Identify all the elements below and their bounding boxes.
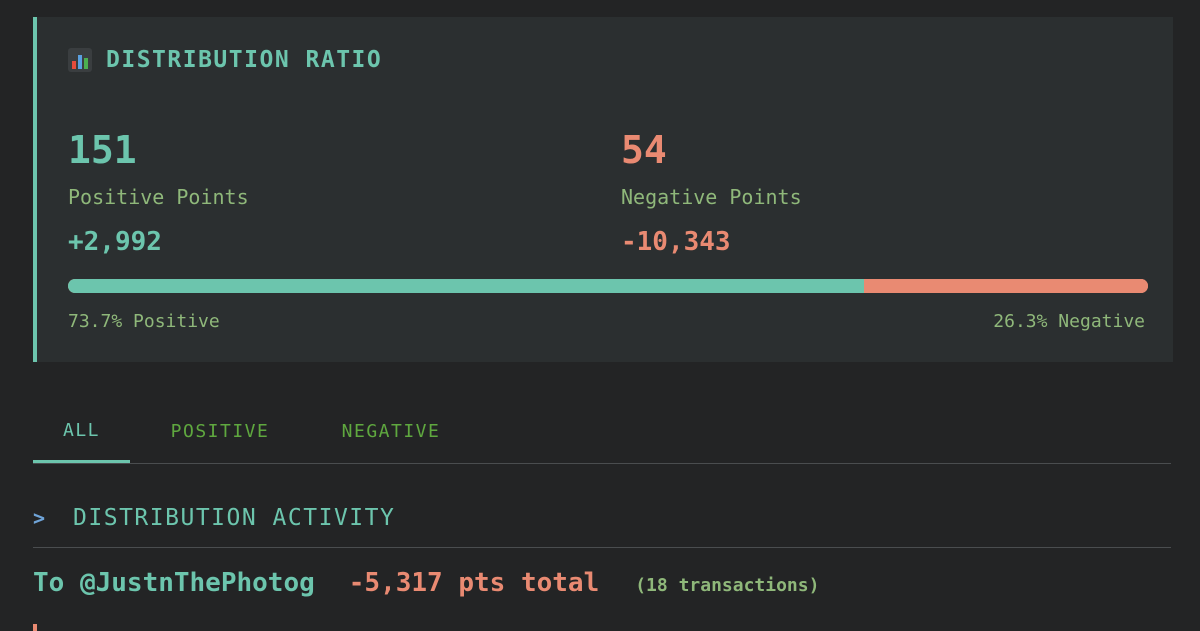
distribution-activity-header: > DISTRIBUTION ACTIVITY [33, 496, 1171, 548]
ratio-bar-positive [68, 279, 864, 293]
prompt-chevron-icon: > [33, 506, 46, 530]
section-title: DISTRIBUTION ACTIVITY [73, 505, 396, 531]
negative-percent-label: 26.3% Negative [993, 311, 1145, 332]
tab-positive[interactable]: POSITIVE [153, 400, 287, 463]
card-title: DISTRIBUTION RATIO [106, 47, 383, 73]
distribution-ratio-card: DISTRIBUTION RATIO 151 Positive Points +… [33, 17, 1173, 362]
ratio-bar-negative [863, 279, 1148, 293]
page: DISTRIBUTION RATIO 151 Positive Points +… [0, 0, 1200, 631]
filter-tabs: ALL POSITIVE NEGATIVE [33, 400, 1171, 464]
negative-sum: -10,343 [621, 227, 731, 257]
tab-negative[interactable]: NEGATIVE [321, 400, 461, 463]
positive-percent-label: 73.7% Positive [68, 311, 220, 332]
negative-stat: 54 Negative Points -10,343 [621, 127, 802, 257]
recipient-name: To @JustnThePhotog [33, 568, 315, 598]
row-marker [33, 624, 37, 631]
recipient-total: -5,317 pts total [348, 568, 600, 598]
transaction-count: (18 transactions) [635, 575, 820, 596]
positive-sum: +2,992 [68, 227, 162, 257]
card-header: DISTRIBUTION RATIO [68, 47, 382, 73]
list-item[interactable]: To @JustnThePhotog -5,317 pts total (18 … [33, 568, 819, 598]
positive-count: 151 [68, 128, 137, 172]
negative-label: Negative Points [621, 185, 802, 209]
negative-count: 54 [621, 128, 667, 172]
positive-label: Positive Points [68, 185, 249, 209]
bar-chart-icon [68, 48, 92, 72]
ratio-bar [68, 279, 1148, 293]
tab-all[interactable]: ALL [33, 400, 130, 463]
positive-stat: 151 Positive Points +2,992 [68, 127, 249, 257]
